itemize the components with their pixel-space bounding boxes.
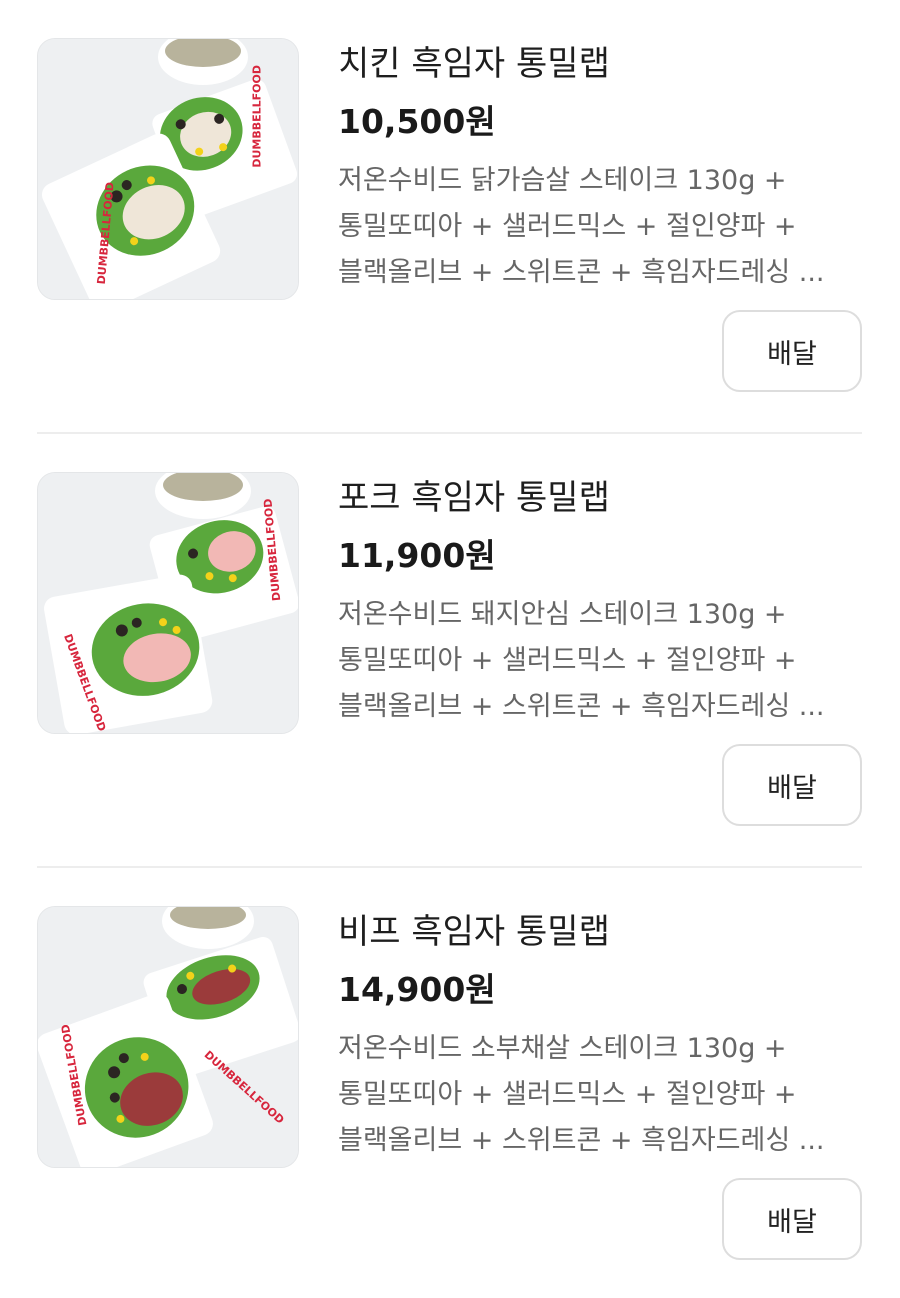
menu-item-description: 저온수비드 소부채살 스테이크 130g + 통밀또띠아 + 샐러드믹스 + 절…	[338, 1026, 863, 1164]
menu-item-description: 저온수비드 돼지안심 스테이크 130g + 통밀또띠아 + 샐러드믹스 + 절…	[338, 592, 863, 730]
delivery-button[interactable]: 배달	[722, 1178, 862, 1260]
description-line: 통밀또띠아 + 샐러드믹스 + 절인양파 +	[338, 211, 797, 242]
description-line: 저온수비드 소부채살 스테이크 130g +	[338, 1033, 787, 1064]
description-line: 블랙올리브 + 스위트콘 + 흑임자드레싱 ...	[338, 257, 825, 288]
menu-list: DUMBBELLFOOD DUMBBELLFOOD 치킨 흑임자 통밀랩 10,…	[0, 0, 900, 1280]
svg-text:DUMBBELLFOOD: DUMBBELLFOOD	[250, 65, 263, 168]
menu-item-description: 저온수비드 닭가슴살 스테이크 130g + 통밀또띠아 + 샐러드믹스 + 절…	[338, 158, 863, 296]
description-line: 통밀또띠아 + 샐러드믹스 + 절인양파 +	[338, 1079, 797, 1110]
menu-item-pork-wrap[interactable]: DUMBBELLFOOD DUMBBELLFOOD 포크 흑임자 통밀랩 11,…	[0, 434, 900, 868]
food-image[interactable]: DUMBBELLFOOD DUMBBELLFOOD	[37, 38, 299, 300]
food-image[interactable]: DUMBBELLFOOD DUMBBELLFOOD	[37, 472, 299, 734]
menu-item-price: 14,900원	[338, 970, 496, 1009]
description-line: 저온수비드 돼지안심 스테이크 130g +	[338, 599, 787, 630]
menu-item-price: 10,500원	[338, 102, 496, 141]
description-line: 블랙올리브 + 스위트콘 + 흑임자드레싱 ...	[338, 691, 825, 722]
menu-item-beef-wrap[interactable]: DUMBBELLFOOD DUMBBELLFOOD 비프 흑임자 통밀랩 14,…	[0, 868, 900, 1298]
delivery-button[interactable]: 배달	[722, 744, 862, 826]
delivery-button[interactable]: 배달	[722, 310, 862, 392]
description-line: 블랙올리브 + 스위트콘 + 흑임자드레싱 ...	[338, 1125, 825, 1156]
description-line: 통밀또띠아 + 샐러드믹스 + 절인양파 +	[338, 645, 797, 676]
menu-item-price: 11,900원	[338, 536, 496, 575]
menu-item-title: 치킨 흑임자 통밀랩	[338, 44, 610, 84]
food-image[interactable]: DUMBBELLFOOD DUMBBELLFOOD	[37, 906, 299, 1168]
menu-item-title: 비프 흑임자 통밀랩	[338, 912, 610, 952]
menu-item-chicken-wrap[interactable]: DUMBBELLFOOD DUMBBELLFOOD 치킨 흑임자 통밀랩 10,…	[0, 0, 900, 434]
menu-item-title: 포크 흑임자 통밀랩	[338, 478, 610, 518]
description-line: 저온수비드 닭가슴살 스테이크 130g +	[338, 165, 787, 196]
